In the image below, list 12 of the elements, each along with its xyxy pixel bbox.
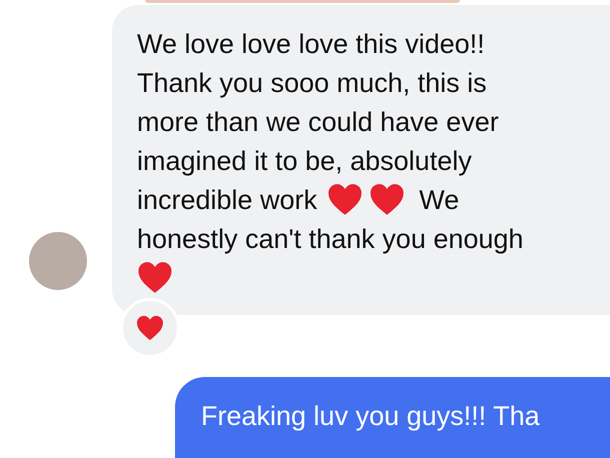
sent-message: Freaking luv you guys!!! Tha	[175, 377, 610, 458]
heart-icon	[137, 261, 173, 294]
message-text: incredible work	[137, 184, 318, 216]
heart-icon	[136, 315, 164, 341]
heart-icon	[327, 183, 364, 216]
message-text: more than we could have ever	[137, 106, 499, 138]
message-text: honestly can't thank you enough	[137, 222, 524, 254]
message-text: imagined it to be, absolutely	[137, 144, 472, 176]
message-text: We	[419, 184, 460, 216]
heart-icon	[369, 183, 406, 216]
message-text: We love love love this video!!	[137, 28, 485, 60]
message-text: Thank you sooo much, this is	[137, 66, 487, 98]
